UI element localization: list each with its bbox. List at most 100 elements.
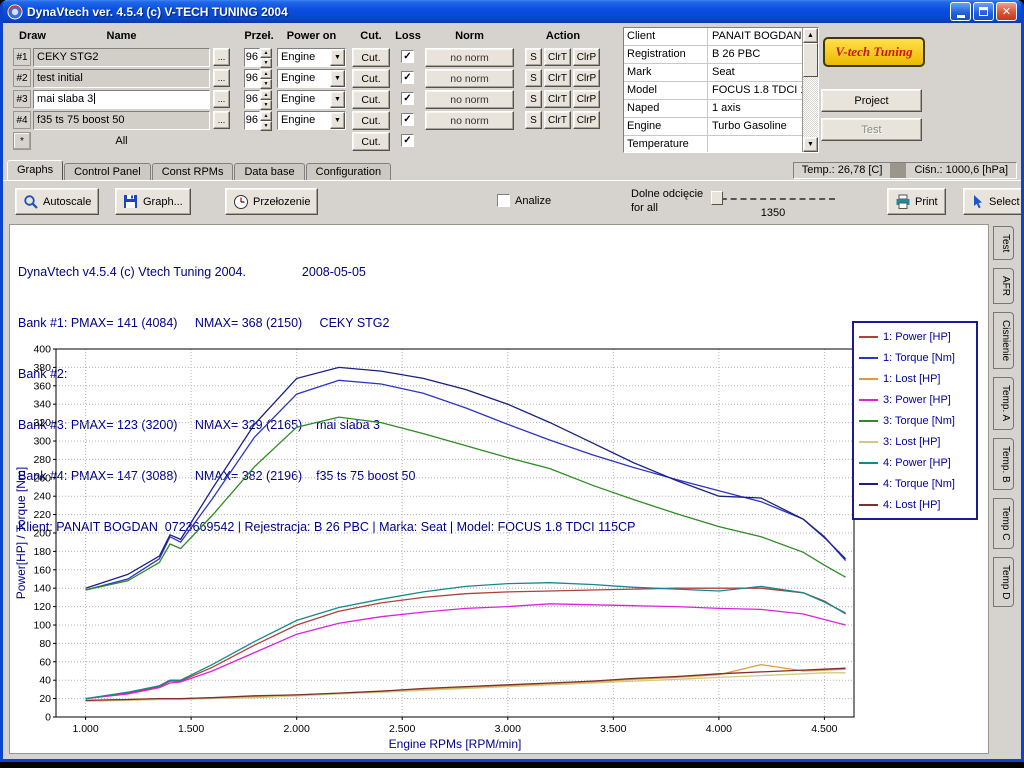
client-field-value[interactable]: Seat xyxy=(708,64,802,81)
loss-checkbox[interactable]: ✓ xyxy=(401,50,414,63)
spinner-value[interactable]: 96 xyxy=(244,111,260,130)
client-field-value[interactable] xyxy=(708,136,802,152)
loss-checkbox[interactable]: ✓ xyxy=(401,92,414,105)
s-button[interactable]: S xyxy=(525,48,542,66)
side-tab-temp-c[interactable]: Temp C xyxy=(993,498,1014,548)
scrollbar-thumb[interactable] xyxy=(803,43,818,77)
run-name-field[interactable]: mai slaba 3 xyxy=(33,90,210,109)
spinner-down-icon[interactable]: ▼ xyxy=(260,121,272,131)
tab-configuration[interactable]: Configuration xyxy=(306,163,391,180)
s-button[interactable]: S xyxy=(525,90,542,108)
select-button[interactable]: Select xyxy=(963,188,1024,215)
slider-handle[interactable] xyxy=(711,191,723,205)
row-id-label[interactable]: #1 xyxy=(13,48,31,66)
legend-item[interactable]: 3: Power [HP] xyxy=(859,389,971,410)
clear-torque-button[interactable]: ClrT xyxy=(544,69,571,87)
dropdown-arrow-icon[interactable]: ▼ xyxy=(330,49,345,66)
analize-checkbox[interactable]: Analize xyxy=(497,194,551,207)
norm-button[interactable]: no norm xyxy=(425,48,514,67)
spinner-up-icon[interactable]: ▲ xyxy=(260,111,272,121)
dropdown-arrow-icon[interactable]: ▼ xyxy=(330,70,345,87)
power-on-select[interactable]: Engine▼ xyxy=(277,69,346,88)
spinner-value[interactable]: 96 xyxy=(244,90,260,109)
power-on-select[interactable]: Engine▼ xyxy=(277,90,346,109)
clear-power-button[interactable]: ClrP xyxy=(573,111,600,129)
browse-button[interactable]: ... xyxy=(213,69,230,87)
dropdown-arrow-icon[interactable]: ▼ xyxy=(330,91,345,108)
clear-power-button[interactable]: ClrP xyxy=(573,48,600,66)
przel-spinner[interactable]: 96▲▼ xyxy=(244,69,272,88)
browse-button[interactable]: ... xyxy=(213,111,230,129)
norm-button[interactable]: no norm xyxy=(425,90,514,109)
clear-torque-button[interactable]: ClrT xyxy=(544,90,571,108)
side-tab-cisnienie[interactable]: Cisnienie xyxy=(993,312,1014,369)
legend-item[interactable]: 4: Lost [HP] xyxy=(859,494,971,515)
tab-const-rpms[interactable]: Const RPMs xyxy=(152,163,234,180)
spinner-value[interactable]: 96 xyxy=(244,69,260,88)
cutoff-slider[interactable] xyxy=(711,191,835,205)
titlebar[interactable]: DynaVtech ver. 4.5.4 (c) V-TECH TUNING 2… xyxy=(3,0,1021,23)
spinner-down-icon[interactable]: ▼ xyxy=(260,79,272,89)
clear-torque-button[interactable]: ClrT xyxy=(544,111,571,129)
scrollbar-track[interactable] xyxy=(803,43,818,137)
spinner-up-icon[interactable]: ▲ xyxy=(260,48,272,58)
client-field-value[interactable]: PANAIT BOGDAN xyxy=(708,28,802,45)
spinner-up-icon[interactable]: ▲ xyxy=(260,69,272,79)
row-id-label[interactable]: #4 xyxy=(13,111,31,129)
spinner-down-icon[interactable]: ▼ xyxy=(260,100,272,110)
side-tab-afr[interactable]: AFR xyxy=(993,268,1014,304)
cut-button[interactable]: Cut. xyxy=(352,48,390,67)
cut-button[interactable]: Cut. xyxy=(352,111,390,130)
cut-button[interactable]: Cut. xyxy=(352,69,390,88)
star-row-button[interactable]: * xyxy=(13,132,31,150)
autoscale-button[interactable]: Autoscale xyxy=(15,188,99,215)
legend-item[interactable]: 3: Lost [HP] xyxy=(859,431,971,452)
norm-button[interactable]: no norm xyxy=(425,69,514,88)
client-field-value[interactable]: B 26 PBC xyxy=(708,46,802,63)
print-button[interactable]: Print xyxy=(887,188,946,215)
all-loss-checkbox[interactable]: ✓ xyxy=(401,134,414,147)
dropdown-arrow-icon[interactable]: ▼ xyxy=(330,112,345,129)
cut-button[interactable]: Cut. xyxy=(352,90,390,109)
loss-checkbox[interactable]: ✓ xyxy=(401,71,414,84)
run-name-field[interactable]: f35 ts 75 boost 50 xyxy=(33,111,210,130)
row-id-label[interactable]: #3 xyxy=(13,90,31,108)
run-name-field[interactable]: CEKY STG2 xyxy=(33,48,210,67)
przel-spinner[interactable]: 96▲▼ xyxy=(244,90,272,109)
side-tab-temp-b[interactable]: Temp. B xyxy=(993,438,1014,491)
client-field-value[interactable]: FOCUS 1.8 TDCI 115CP xyxy=(708,82,802,99)
legend-item[interactable]: 1: Power [HP] xyxy=(859,326,971,347)
norm-button[interactable]: no norm xyxy=(425,111,514,130)
graph-button[interactable]: Graph... xyxy=(115,188,191,215)
clear-torque-button[interactable]: ClrT xyxy=(544,48,571,66)
browse-button[interactable]: ... xyxy=(213,48,230,66)
legend-item[interactable]: 1: Lost [HP] xyxy=(859,368,971,389)
close-button[interactable]: ✕ xyxy=(996,2,1017,21)
spinner-up-icon[interactable]: ▲ xyxy=(260,90,272,100)
loss-checkbox[interactable]: ✓ xyxy=(401,113,414,126)
clear-power-button[interactable]: ClrP xyxy=(573,69,600,87)
przelozenie-button[interactable]: Przełozenie xyxy=(225,188,318,215)
browse-button[interactable]: ... xyxy=(213,90,230,108)
run-name-field[interactable]: test initial xyxy=(33,69,210,88)
maximize-button[interactable] xyxy=(973,2,994,21)
legend-item[interactable]: 3: Torque [Nm] xyxy=(859,410,971,431)
spinner-down-icon[interactable]: ▼ xyxy=(260,58,272,68)
side-tab-test[interactable]: Test xyxy=(993,226,1014,260)
power-on-select[interactable]: Engine▼ xyxy=(277,111,346,130)
scroll-down-icon[interactable]: ▼ xyxy=(803,137,818,152)
minimize-button[interactable] xyxy=(950,2,971,21)
client-field-value[interactable]: Turbo Gasoline xyxy=(708,118,802,135)
project-button[interactable]: Project xyxy=(821,89,922,112)
scroll-up-icon[interactable]: ▲ xyxy=(803,28,818,43)
przel-spinner[interactable]: 96▲▼ xyxy=(244,111,272,130)
side-tab-temp-d[interactable]: Temp D xyxy=(993,557,1014,607)
legend-item[interactable]: 4: Torque [Nm] xyxy=(859,473,971,494)
clear-power-button[interactable]: ClrP xyxy=(573,90,600,108)
all-cut-button[interactable]: Cut. xyxy=(352,132,390,151)
legend-item[interactable]: 4: Power [HP] xyxy=(859,452,971,473)
legend-item[interactable]: 1: Torque [Nm] xyxy=(859,347,971,368)
tab-graphs[interactable]: Graphs xyxy=(7,160,63,180)
tab-control-panel[interactable]: Control Panel xyxy=(64,163,151,180)
s-button[interactable]: S xyxy=(525,111,542,129)
